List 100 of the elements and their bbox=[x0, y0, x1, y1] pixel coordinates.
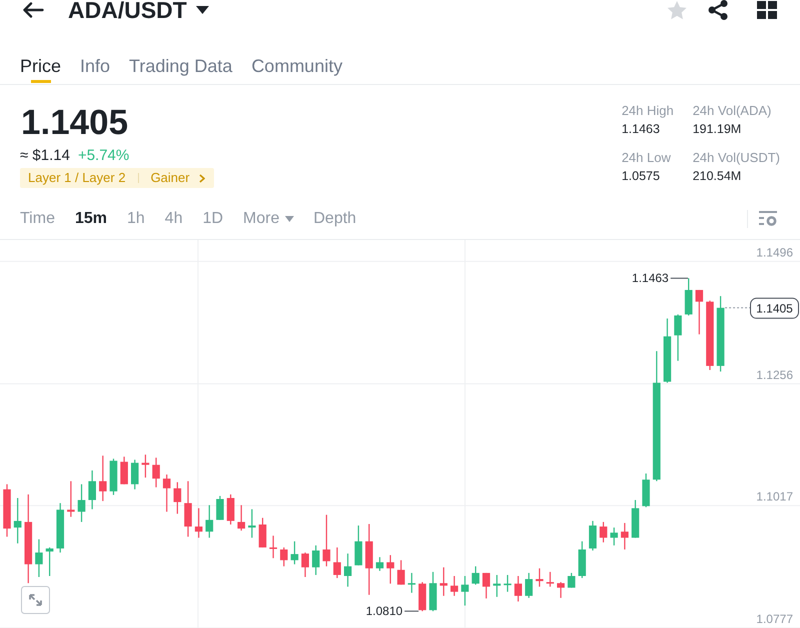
candle bbox=[397, 560, 405, 585]
candle bbox=[206, 505, 214, 538]
candle bbox=[482, 572, 490, 598]
candle bbox=[578, 541, 586, 578]
candle bbox=[504, 574, 512, 592]
expand-icon[interactable] bbox=[21, 586, 50, 614]
stat-value: 1.0575 bbox=[622, 168, 661, 184]
stat-label: 24h Vol(USDT) bbox=[692, 150, 780, 166]
candle bbox=[258, 518, 266, 548]
candle bbox=[450, 576, 458, 596]
candle bbox=[610, 528, 618, 546]
candle bbox=[56, 503, 64, 553]
candle bbox=[14, 498, 22, 544]
candle bbox=[536, 568, 544, 587]
stat-value: 191.19M bbox=[692, 121, 742, 137]
candle bbox=[184, 481, 192, 537]
candle bbox=[110, 458, 118, 495]
leader-line bbox=[404, 610, 420, 612]
caret-down-icon bbox=[284, 216, 294, 222]
candle bbox=[418, 582, 426, 612]
candle bbox=[333, 547, 341, 578]
tab[interactable]: Price bbox=[20, 44, 62, 84]
candle bbox=[312, 545, 320, 575]
candle bbox=[408, 572, 416, 593]
candle bbox=[152, 458, 160, 488]
candle bbox=[3, 484, 11, 537]
stat-label: 24h High bbox=[622, 103, 675, 119]
share-icon[interactable] bbox=[708, 0, 728, 20]
candle bbox=[440, 567, 448, 596]
candle bbox=[238, 505, 246, 531]
leader-line bbox=[670, 278, 688, 279]
price-change: +5.74% bbox=[78, 146, 130, 166]
candle bbox=[88, 470, 96, 510]
candle bbox=[632, 500, 640, 538]
interval-tab[interactable]: 1h bbox=[127, 208, 145, 228]
candle bbox=[344, 554, 352, 587]
candle bbox=[162, 474, 171, 512]
candle bbox=[226, 494, 234, 524]
candle bbox=[429, 572, 437, 612]
caret-down-icon[interactable] bbox=[196, 6, 209, 14]
interval-tab[interactable]: Time bbox=[20, 208, 55, 228]
price-scale-label: 1.1256 bbox=[756, 368, 793, 382]
tag-link[interactable]: Gainer bbox=[150, 170, 190, 186]
candle bbox=[695, 290, 704, 334]
candle bbox=[664, 318, 672, 383]
candle bbox=[472, 566, 480, 585]
candle bbox=[706, 300, 714, 370]
stat-value: 1.1463 bbox=[622, 121, 661, 137]
candle bbox=[67, 481, 75, 517]
candle bbox=[46, 547, 54, 576]
pair-title[interactable]: ADA/USDT bbox=[68, 0, 187, 20]
candle bbox=[557, 582, 565, 598]
price-line bbox=[724, 307, 750, 308]
back-arrow-icon[interactable] bbox=[22, 2, 44, 18]
high-price-label: 1.1463 bbox=[632, 271, 669, 286]
candle bbox=[131, 460, 139, 490]
tab[interactable]: Info bbox=[80, 44, 110, 84]
candle bbox=[120, 456, 128, 484]
candle bbox=[142, 454, 150, 478]
interval-tab[interactable]: Depth bbox=[314, 208, 356, 228]
interval-tab[interactable]: 4h bbox=[164, 208, 183, 228]
price-scale-label: 1.1496 bbox=[756, 245, 793, 260]
fiat-value: ≈ $1.14 bbox=[20, 146, 70, 166]
candle bbox=[248, 509, 256, 538]
candle bbox=[620, 522, 628, 550]
candle bbox=[216, 496, 224, 520]
tab[interactable]: Trading Data bbox=[129, 44, 232, 84]
candle bbox=[514, 576, 522, 602]
candle bbox=[99, 456, 107, 502]
chart-settings-icon[interactable] bbox=[759, 210, 777, 226]
candle bbox=[376, 557, 384, 571]
last-price-tag: 1.1405 bbox=[750, 298, 799, 319]
candle bbox=[461, 576, 469, 606]
candle bbox=[568, 572, 576, 588]
candle bbox=[194, 508, 202, 538]
candle bbox=[386, 555, 394, 584]
interval-tab[interactable]: 1D bbox=[202, 208, 224, 228]
candle bbox=[354, 526, 362, 566]
stat-label: 24h Low bbox=[622, 150, 672, 166]
interval-tab[interactable]: 15m bbox=[74, 208, 107, 228]
candle bbox=[525, 572, 533, 598]
candle bbox=[600, 522, 608, 542]
last-price: 1.1405 bbox=[21, 105, 128, 141]
price-scale-label: 1.0777 bbox=[756, 612, 793, 626]
stat-label: 24h Vol(ADA) bbox=[692, 103, 772, 119]
grid-icon[interactable] bbox=[757, 1, 777, 19]
candle bbox=[684, 278, 692, 316]
candle bbox=[269, 536, 278, 558]
candle bbox=[365, 524, 373, 595]
candle bbox=[290, 541, 298, 564]
interval-tab[interactable]: More bbox=[243, 208, 294, 228]
candle bbox=[78, 484, 86, 522]
candle bbox=[642, 474, 650, 508]
tag-link[interactable]: Layer 1 / Layer 2 bbox=[28, 170, 126, 186]
star-icon[interactable] bbox=[667, 0, 687, 20]
stat-value: 210.54M bbox=[692, 168, 742, 184]
tab[interactable]: Community bbox=[251, 44, 342, 84]
candle bbox=[588, 520, 597, 550]
candle bbox=[546, 572, 554, 587]
candle bbox=[174, 482, 182, 514]
